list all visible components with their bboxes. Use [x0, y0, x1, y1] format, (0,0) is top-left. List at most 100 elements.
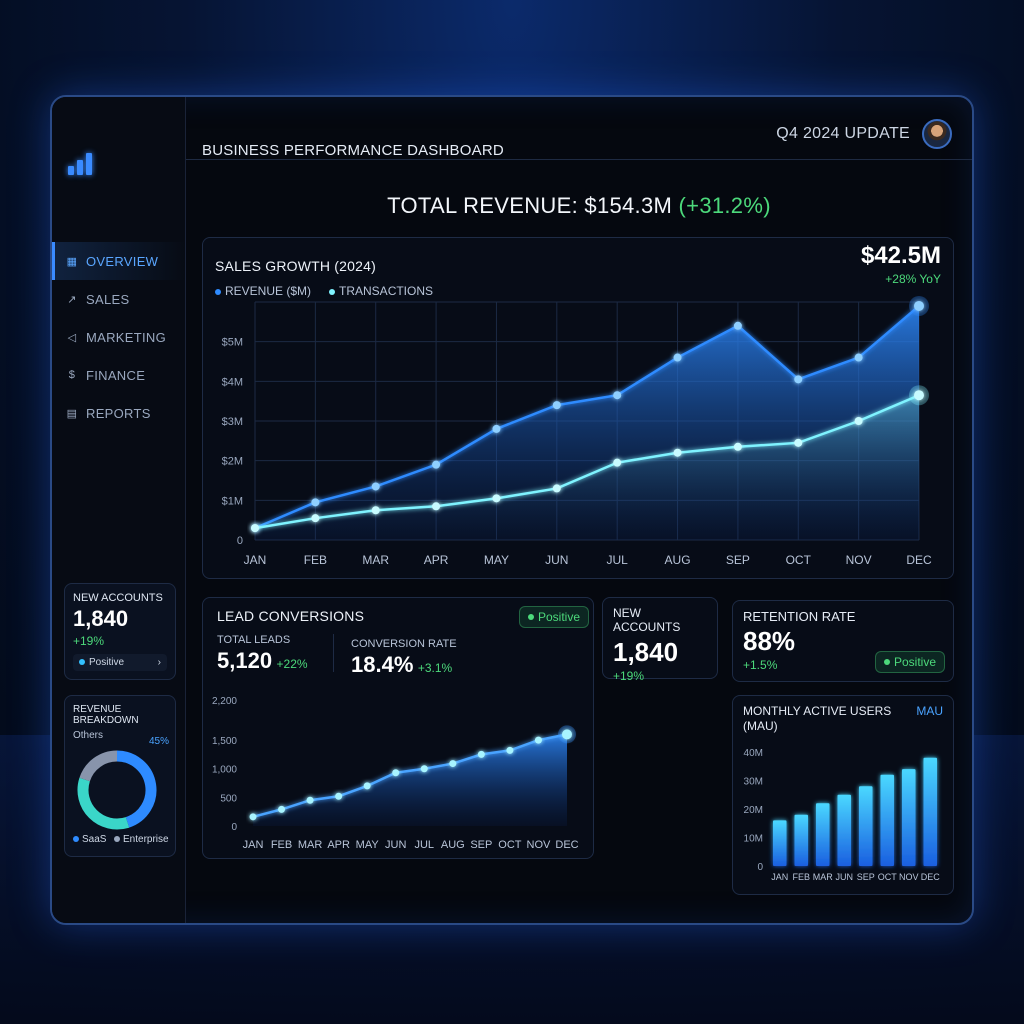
- legend-enterprise: Enterprise: [123, 834, 169, 845]
- panel-title: LEAD CONVERSIONS: [217, 608, 365, 624]
- x-tick-label: NOV: [527, 839, 552, 851]
- x-tick-label: SEP: [857, 872, 875, 882]
- sidebar-item-marketing[interactable]: ◁ MARKETING: [52, 318, 186, 356]
- data-point: [335, 792, 343, 800]
- data-point: [562, 729, 572, 740]
- x-tick-label: FEB: [304, 553, 327, 567]
- data-point: [552, 401, 561, 410]
- avatar[interactable]: [922, 119, 952, 149]
- card-title: REVENUE BREAKDOWN: [73, 704, 139, 726]
- x-tick-label: JUN: [836, 872, 854, 882]
- data-point: [371, 506, 380, 515]
- mau-tag: MAU: [916, 704, 943, 718]
- x-tick-label: MAY: [356, 839, 380, 851]
- status-dot-icon: [79, 659, 85, 665]
- data-point: [613, 458, 622, 467]
- data-point: [914, 300, 924, 311]
- x-tick-label: DEC: [921, 872, 941, 882]
- update-label: Q4 2024 UPDATE: [776, 125, 910, 142]
- document-icon: ▤: [66, 407, 78, 420]
- mau-bar: [902, 769, 916, 866]
- data-point: [311, 498, 320, 507]
- stat-delta: +3.1%: [417, 661, 453, 675]
- revenue-breakdown-card: REVENUE BREAKDOWN Others 45% SaaS Enterp…: [64, 695, 176, 857]
- status-badge: Positive: [519, 606, 590, 628]
- y-tick-label: 500: [220, 793, 237, 804]
- legend-swatch-enterprise: [114, 836, 120, 842]
- data-point: [673, 448, 682, 457]
- mau-bar: [859, 786, 873, 866]
- x-tick-label: OCT: [878, 872, 898, 882]
- data-point: [249, 813, 257, 821]
- x-tick-label: JUN: [385, 839, 406, 851]
- y-tick-label: $5M: [222, 337, 243, 349]
- sidebar-item-label: MARKETING: [86, 329, 166, 345]
- sidebar-item-label: REPORTS: [86, 405, 151, 421]
- x-tick-label: JUN: [545, 553, 568, 567]
- y-tick-label: 40M: [744, 748, 763, 759]
- x-tick-label: AUG: [441, 839, 465, 851]
- sidebar-item-label: FINANCE: [86, 367, 146, 383]
- data-point: [449, 760, 457, 768]
- y-tick-label: 30M: [744, 777, 763, 788]
- page-title: BUSINESS PERFORMANCE DASHBOARD: [202, 142, 504, 159]
- x-tick-label: APR: [424, 553, 449, 567]
- dashboard-window: ▦ OVERVIEW ↗ SALES ◁ MARKETING $ FINANCE…: [50, 95, 974, 925]
- data-point: [278, 805, 286, 813]
- sidebar-item-label: OVERVIEW: [86, 253, 159, 269]
- lead-conversions-chart: 0 500 1,000 1,500 2,200 JAN FEB MAR APR MAY JUN JUL…: [212, 696, 579, 851]
- y-tick-label: 1,500: [212, 736, 237, 747]
- y-tick-label: 0: [237, 535, 243, 547]
- panel-title: MONTHLY ACTIVE USERS (MAU): [743, 704, 892, 733]
- sidebar-nav: ▦ OVERVIEW ↗ SALES ◁ MARKETING $ FINANCE…: [52, 242, 186, 432]
- stat-value: 18.4%: [351, 652, 414, 677]
- data-point: [251, 524, 259, 533]
- data-point: [420, 765, 428, 773]
- x-tick-label: APR: [327, 839, 350, 851]
- sales-growth-chart: 0 $1M $2M $3M $4M $5M JAN FEB MAR APR MAY JUN JUL AUG…: [222, 295, 932, 567]
- mau-bar: [816, 803, 830, 866]
- x-tick-label: SEP: [470, 839, 492, 851]
- data-point: [613, 391, 622, 400]
- stat-label: CONVERSION RATE: [351, 638, 457, 650]
- megaphone-icon: ◁: [67, 331, 77, 344]
- status-pill[interactable]: Positive ›: [73, 654, 167, 671]
- legend-saas: SaaS: [82, 834, 107, 845]
- sidebar-item-reports[interactable]: ▤ REPORTS: [52, 394, 186, 432]
- stat-value: 5,120: [217, 648, 273, 673]
- data-point: [392, 769, 400, 777]
- mau-bar: [923, 757, 937, 866]
- donut-slice: [116, 750, 157, 828]
- card-value: 1,840: [73, 606, 129, 631]
- data-point: [794, 375, 803, 384]
- data-point: [306, 796, 314, 804]
- x-tick-label: JUL: [414, 839, 434, 851]
- sidebar-item-overview[interactable]: ▦ OVERVIEW: [52, 242, 186, 280]
- x-tick-label: MAR: [298, 839, 323, 851]
- card-delta: +19%: [73, 634, 105, 648]
- data-point: [854, 353, 863, 362]
- data-point: [552, 484, 561, 493]
- total-revenue-label: TOTAL REVENUE: $154.3M: [387, 193, 673, 218]
- y-tick-label: $1M: [222, 495, 243, 507]
- sidebar-item-sales[interactable]: ↗ SALES: [52, 280, 186, 318]
- sidebar-item-finance[interactable]: $ FINANCE: [52, 356, 186, 394]
- x-tick-label: AUG: [665, 553, 691, 567]
- total-revenue: TOTAL REVENUE: $154.3M (+31.2%): [186, 193, 972, 219]
- data-point: [794, 438, 803, 447]
- sales-growth-panel: SALES GROWTH (2024) REVENUE ($M) TRANSAC…: [202, 237, 954, 579]
- x-tick-label: JAN: [243, 839, 264, 851]
- y-tick-label: 1,000: [212, 765, 237, 776]
- dollar-icon: $: [68, 369, 76, 381]
- data-point: [854, 417, 863, 425]
- card-delta: +19%: [613, 669, 645, 683]
- x-tick-label: JAN: [244, 553, 267, 567]
- mau-bar: [837, 794, 851, 866]
- y-tick-label: 0: [231, 822, 237, 833]
- grid-icon: ▦: [66, 255, 78, 268]
- x-tick-label: DEC: [555, 839, 578, 851]
- x-tick-label: SEP: [726, 553, 750, 567]
- data-point: [477, 750, 485, 758]
- data-point: [492, 424, 501, 433]
- y-tick-label: $4M: [222, 376, 243, 388]
